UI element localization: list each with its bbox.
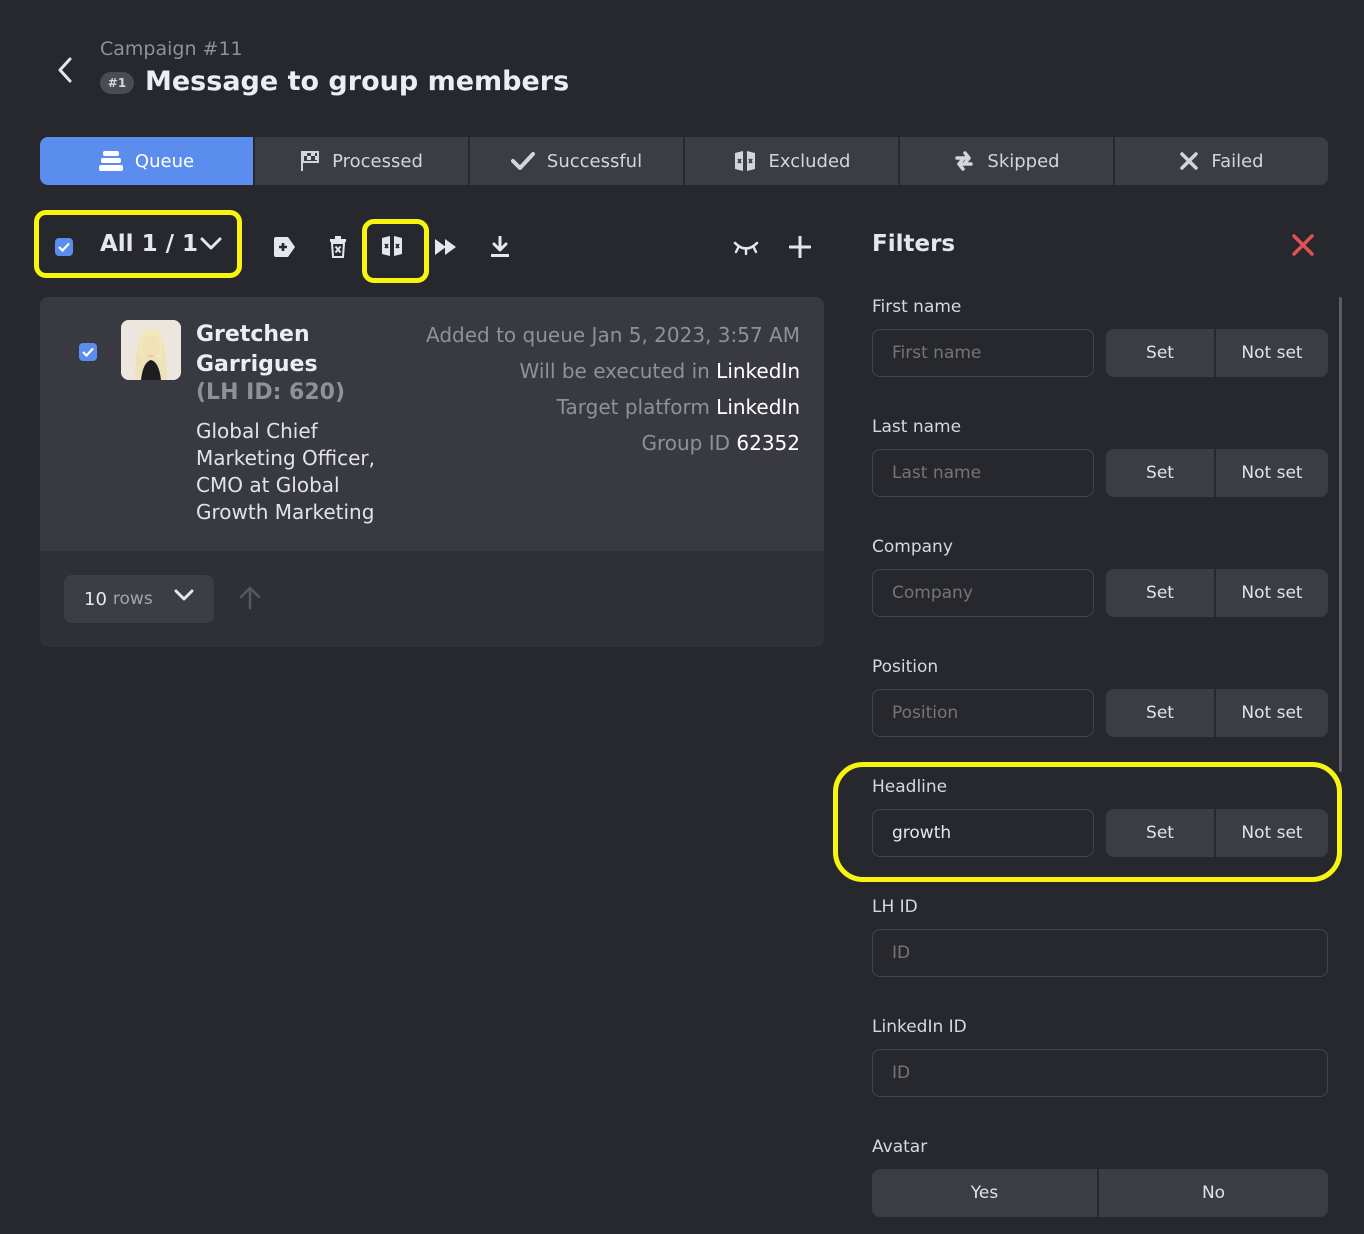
- chevron-down-icon[interactable]: [200, 236, 222, 255]
- tab-label: Queue: [134, 150, 195, 172]
- set-button[interactable]: Set: [1106, 809, 1216, 857]
- executed-in: Will be executed in LinkedIn: [520, 359, 801, 383]
- set-button[interactable]: Set: [1106, 329, 1216, 377]
- plus-icon[interactable]: [787, 234, 813, 260]
- filter-label-first-name: First name: [872, 297, 962, 317]
- step-badge: #1: [100, 72, 134, 94]
- not-set-button[interactable]: Not set: [1216, 809, 1328, 857]
- target-platform: Target platform LinkedIn: [557, 395, 800, 419]
- avatar-yes-button[interactable]: Yes: [872, 1169, 1099, 1217]
- exclude-icon: [734, 151, 755, 171]
- lh-id-input[interactable]: [872, 929, 1328, 977]
- set-button[interactable]: Set: [1106, 569, 1216, 617]
- select-all-checkbox[interactable]: [55, 238, 73, 256]
- filter-label-avatar: Avatar: [872, 1137, 928, 1157]
- headline-input[interactable]: [872, 809, 1094, 857]
- company-input[interactable]: [872, 569, 1094, 617]
- lead-lh-id: (LH ID: 620): [196, 380, 346, 405]
- status-tabs: Queue Processed Successful Excluded Skip…: [40, 137, 1328, 185]
- tab-processed[interactable]: Processed: [255, 137, 470, 185]
- tab-successful[interactable]: Successful: [470, 137, 685, 185]
- not-set-button[interactable]: Not set: [1216, 689, 1328, 737]
- headline-line: Growth Marketing: [196, 500, 375, 524]
- filter-label-lh-id: LH ID: [872, 897, 918, 917]
- chevron-left-icon: [58, 57, 72, 83]
- tab-excluded[interactable]: Excluded: [685, 137, 900, 185]
- tab-label: Successful: [546, 150, 643, 172]
- filter-label-position: Position: [872, 657, 939, 677]
- executed-in-value: LinkedIn: [716, 359, 800, 383]
- exclude-icon[interactable]: [378, 232, 406, 260]
- position-set-toggle: Set Not set: [1106, 689, 1328, 737]
- lead-first-name: Gretchen: [196, 322, 310, 347]
- check-icon: [58, 242, 70, 252]
- executed-in-label: Will be executed in: [519, 359, 710, 383]
- set-button[interactable]: Set: [1106, 689, 1216, 737]
- skip-arrows-icon: [955, 151, 974, 171]
- chevron-down-icon: [174, 589, 194, 601]
- avatar[interactable]: [121, 320, 181, 380]
- not-set-button[interactable]: Not set: [1216, 569, 1328, 617]
- filter-label-last-name: Last name: [872, 417, 962, 437]
- position-input[interactable]: [872, 689, 1094, 737]
- target-platform-label: Target platform: [556, 395, 710, 419]
- back-button[interactable]: [48, 52, 82, 88]
- target-platform-value: LinkedIn: [716, 395, 800, 419]
- tab-label: Skipped: [987, 150, 1060, 172]
- tab-label: Excluded: [768, 150, 851, 172]
- filters-scrollbar[interactable]: [1339, 297, 1342, 772]
- set-button[interactable]: Set: [1106, 449, 1216, 497]
- queue-icon: [98, 151, 123, 171]
- tab-queue[interactable]: Queue: [40, 137, 255, 185]
- filter-label-headline: Headline: [872, 777, 948, 797]
- rows-value: 10: [84, 588, 107, 610]
- first-name-input[interactable]: [872, 329, 1094, 377]
- avatar-no-button[interactable]: No: [1099, 1169, 1328, 1217]
- first-name-set-toggle: Set Not set: [1106, 329, 1328, 377]
- avatar-toggle: Yes No: [872, 1169, 1328, 1217]
- tab-skipped[interactable]: Skipped: [900, 137, 1115, 185]
- scroll-top-arrow-icon[interactable]: [238, 586, 262, 614]
- lead-last-name: Garrigues: [196, 352, 318, 377]
- fast-forward-icon[interactable]: [432, 234, 460, 260]
- headline-line: Global Chief: [196, 419, 318, 443]
- download-icon[interactable]: [487, 234, 513, 260]
- close-filters-icon[interactable]: [1290, 232, 1316, 262]
- check-icon: [510, 152, 535, 170]
- hide-icon[interactable]: [732, 236, 760, 258]
- x-icon: [1180, 152, 1199, 170]
- not-set-button[interactable]: Not set: [1216, 449, 1328, 497]
- tab-label: Processed: [332, 150, 423, 172]
- check-icon: [82, 347, 94, 357]
- last-name-input[interactable]: [872, 449, 1094, 497]
- headline-line: CMO at Global: [196, 473, 340, 497]
- filters-title: Filters: [872, 231, 956, 257]
- delete-icon[interactable]: [325, 233, 351, 261]
- filter-label-linkedin-id: LinkedIn ID: [872, 1017, 967, 1037]
- campaign-name[interactable]: Campaign #11: [100, 38, 243, 60]
- rows-unit: rows: [112, 589, 153, 609]
- tab-failed[interactable]: Failed: [1115, 137, 1328, 185]
- group-id-label: Group ID: [641, 431, 731, 455]
- lead-headline: Global Chief Marketing Officer, CMO at G…: [196, 418, 396, 526]
- company-set-toggle: Set Not set: [1106, 569, 1328, 617]
- headline-line: Marketing Officer,: [196, 446, 375, 470]
- page-title: Message to group members: [145, 66, 570, 97]
- added-to-queue: Added to queue Jan 5, 2023, 3:57 AM: [426, 323, 800, 347]
- row-checkbox[interactable]: [79, 343, 97, 361]
- tab-label: Failed: [1211, 150, 1264, 172]
- flag-icon: [301, 151, 320, 171]
- linkedin-id-input[interactable]: [872, 1049, 1328, 1097]
- select-all-label[interactable]: All 1 / 1: [100, 231, 198, 257]
- not-set-button[interactable]: Not set: [1216, 329, 1328, 377]
- headline-set-toggle: Set Not set: [1106, 809, 1328, 857]
- lead-name[interactable]: Gretchen Garrigues: [196, 320, 416, 380]
- group-id: Group ID 62352: [641, 431, 800, 455]
- group-id-value: 62352: [736, 431, 800, 455]
- last-name-set-toggle: Set Not set: [1106, 449, 1328, 497]
- add-to-list-icon[interactable]: [270, 233, 298, 261]
- rows-per-page-select[interactable]: 10 rows: [64, 575, 214, 623]
- filter-label-company: Company: [872, 537, 953, 557]
